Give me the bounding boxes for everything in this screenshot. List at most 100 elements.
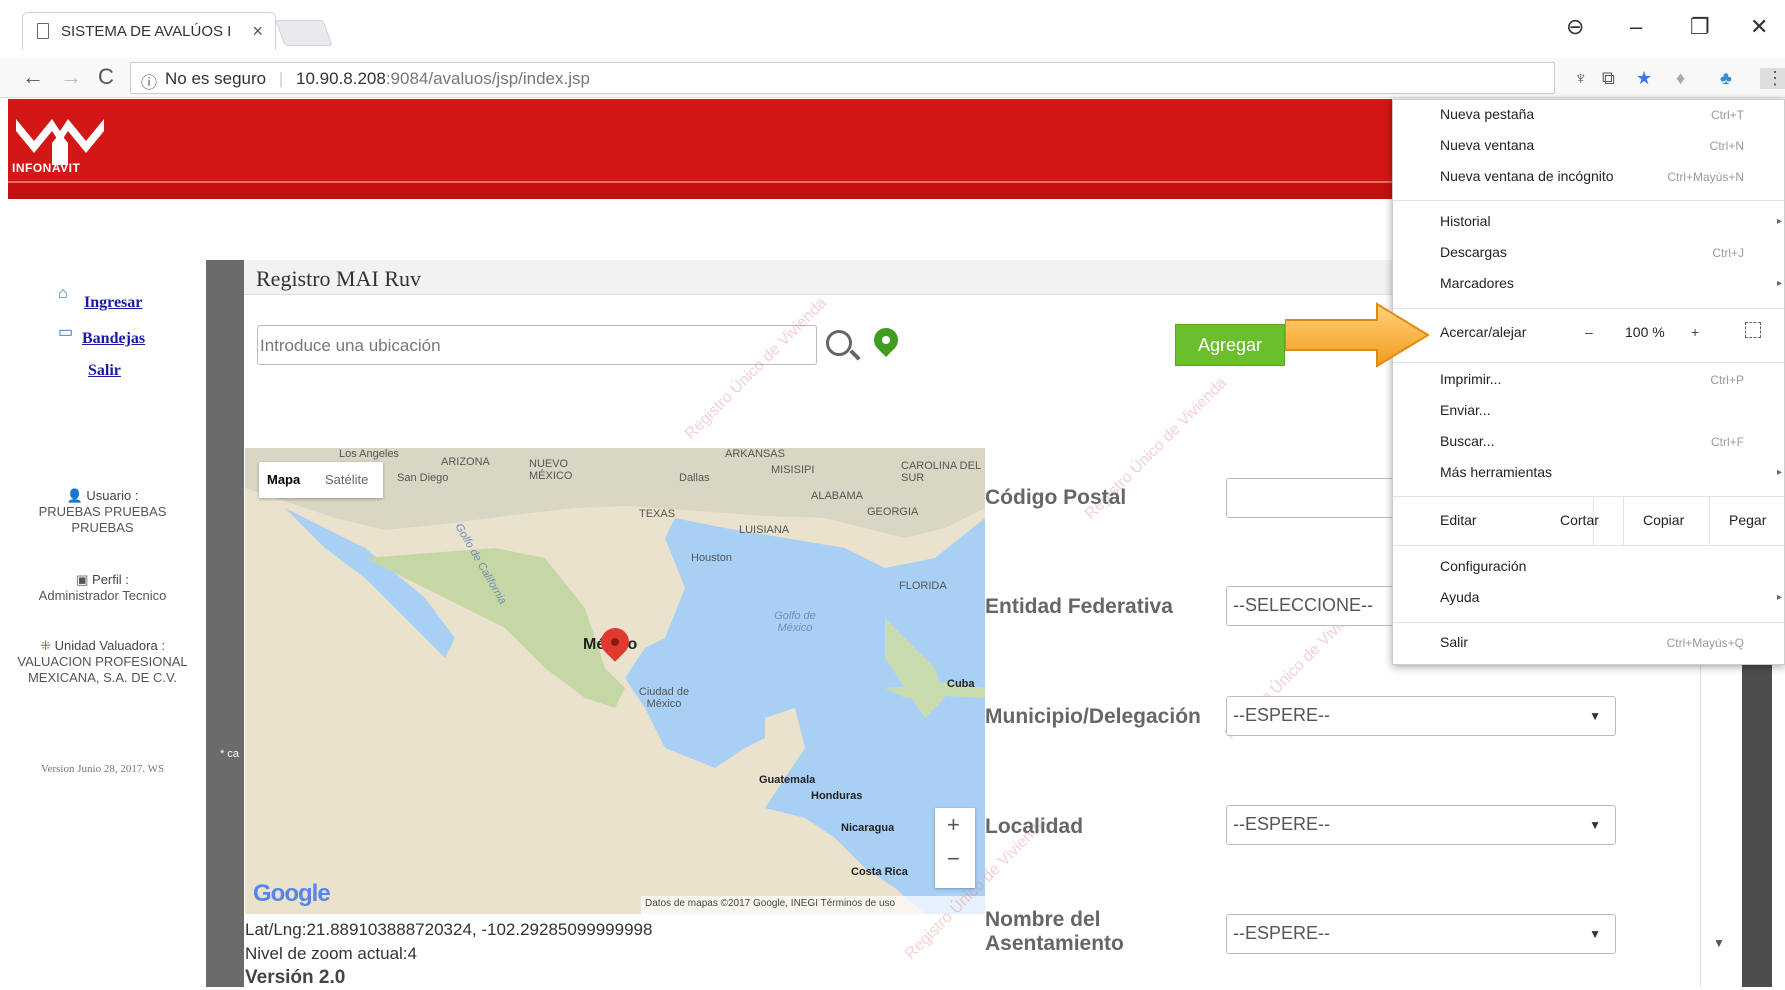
zoom-in-button[interactable]: + — [947, 812, 960, 838]
translate-icon[interactable]: ⧉ — [1602, 68, 1615, 89]
map-label: TEXAS — [639, 508, 676, 520]
puzzle-icon[interactable]: ♣ — [1720, 68, 1732, 89]
menu-item-enviar[interactable]: Enviar... — [1440, 402, 1491, 418]
map-label: Golfo de México — [774, 610, 816, 634]
page-title: Registro MAI Ruv — [256, 266, 421, 291]
left-nav: ⌂ Ingresar ▭ Bandejas Salir 👤 Usuario : … — [0, 200, 205, 987]
menu-divider — [1393, 200, 1784, 201]
panel-title-bar: Registro MAI Ruv — [244, 260, 1400, 295]
page-dark-edge — [1742, 660, 1772, 987]
map-type-satellite[interactable]: Satélite — [325, 472, 368, 487]
profile-icon: ▣ — [76, 572, 89, 587]
menu-item-salir[interactable]: Salir — [1440, 634, 1468, 650]
map-label: CAROLINA DEL SUR — [901, 460, 981, 484]
side-gray-bar: * ca — [206, 260, 244, 987]
back-button[interactable]: ← — [22, 64, 44, 90]
map-label: Ciudad de México — [638, 686, 690, 710]
asentamiento-select[interactable]: --ESPERE-- ▼ — [1226, 914, 1616, 954]
add-button[interactable]: Agregar — [1175, 324, 1285, 366]
map-label: ALABAMA — [811, 490, 863, 502]
submenu-arrow-icon: ▸ — [1776, 592, 1782, 603]
menu-item-configuracion[interactable]: Configuración — [1440, 558, 1526, 574]
menu-item-imprimir[interactable]: Imprimir... — [1440, 371, 1501, 387]
entidad-label: Entidad Federativa — [985, 595, 1173, 618]
search-icon[interactable] — [826, 330, 852, 356]
menu-cut-button[interactable]: Cortar — [1560, 512, 1599, 528]
menu-item-buscar[interactable]: Buscar... — [1440, 433, 1494, 449]
asentamiento-label: Nombre del Asentamiento — [985, 908, 1124, 956]
tab-close-icon[interactable]: × — [252, 21, 263, 42]
location-search-input[interactable]: Introduce una ubicación — [257, 325, 817, 365]
location-pin-icon[interactable] — [869, 323, 903, 357]
menu-item-incognito[interactable]: Nueva ventana de incógnito — [1440, 168, 1614, 184]
page-icon — [37, 23, 49, 39]
menu-shortcut: Ctrl+Mayús+N — [1667, 170, 1744, 184]
usuario-label: Usuario : — [86, 488, 139, 503]
nav-bandejas-link[interactable]: Bandejas — [82, 330, 145, 348]
chevron-down-icon: ▼ — [1589, 927, 1601, 941]
bookmark-star-icon[interactable]: ★ — [1636, 68, 1652, 89]
asterisk-note: * ca — [220, 748, 239, 760]
zoom-value: 100 % — [1625, 324, 1665, 340]
menu-item-descargas[interactable]: Descargas — [1440, 244, 1507, 260]
zoom-level-text: Nivel de zoom actual:4 — [245, 944, 417, 963]
scroll-down-icon[interactable]: ▼ — [1713, 936, 1725, 950]
fullscreen-icon[interactable] — [1745, 322, 1761, 338]
zoom-plus-button[interactable]: + — [1691, 324, 1699, 340]
nav-ingresar-link[interactable]: Ingresar — [84, 294, 142, 312]
menu-item-new-window[interactable]: Nueva ventana — [1440, 137, 1534, 153]
unit-info: ⁜ Unidad Valuadora : VALUACION PROFESION… — [0, 638, 205, 686]
url-field[interactable]: ⓘ No es seguro | 10.90.8.208:9084/avaluo… — [130, 62, 1555, 94]
menu-kebab-icon[interactable]: ⋮ — [1760, 68, 1785, 89]
menu-shortcut: Ctrl+T — [1711, 108, 1744, 122]
map-credits[interactable]: Datos de mapas ©2017 Google, INEGI Térmi… — [641, 896, 985, 914]
app-header: INFONAVIT — [8, 99, 1392, 199]
minimize-button[interactable]: – — [1630, 14, 1642, 40]
pin-icon[interactable]: ♦ — [1676, 68, 1685, 89]
google-map[interactable]: Mapa Satélite Los Angeles San Diego ARIZ… — [245, 448, 985, 914]
extension-icon[interactable]: ♆ — [1574, 68, 1588, 89]
map-zoom-control: + − — [935, 808, 975, 888]
submenu-arrow-icon: ▸ — [1776, 216, 1782, 227]
menu-item-mas-herramientas[interactable]: Más herramientas — [1440, 464, 1552, 480]
chrome-menu: Nueva pestaña Ctrl+T Nueva ventana Ctrl+… — [1392, 99, 1785, 665]
account-icon[interactable]: ⊖ — [1566, 14, 1584, 40]
localidad-select[interactable]: --ESPERE-- ▼ — [1226, 805, 1616, 845]
forward-button[interactable]: → — [60, 64, 82, 90]
zoom-out-button[interactable]: − — [947, 846, 960, 872]
submenu-arrow-icon: ▸ — [1776, 278, 1782, 289]
restore-button[interactable]: ❐ — [1690, 14, 1710, 40]
url-separator: | — [278, 69, 284, 88]
menu-copy-button[interactable]: Copiar — [1643, 512, 1684, 528]
chevron-down-icon: ▼ — [1589, 818, 1601, 832]
chevron-down-icon: ▼ — [1589, 709, 1601, 723]
menu-item-marcadores[interactable]: Marcadores — [1440, 275, 1514, 291]
nav-salir-link[interactable]: Salir — [88, 362, 121, 380]
menu-shortcut: Ctrl+N — [1709, 139, 1744, 153]
unidad-value: VALUACION PROFESIONAL MEXICANA, S.A. DE … — [17, 654, 188, 685]
localidad-value: --ESPERE-- — [1233, 814, 1331, 834]
menu-paste-button[interactable]: Pegar — [1729, 512, 1766, 528]
menu-item-historial[interactable]: Historial — [1440, 213, 1491, 229]
google-logo: Google — [253, 880, 331, 907]
menu-shortcut: Ctrl+P — [1710, 373, 1744, 387]
map-label: Dallas — [679, 472, 710, 484]
tray-icon: ▭ — [58, 324, 74, 341]
info-icon[interactable]: ⓘ — [141, 69, 157, 93]
map-coordinates: Lat/Lng:21.889103888720324, -102.2928509… — [245, 918, 652, 990]
map-type-map[interactable]: Mapa — [267, 472, 300, 487]
home-icon: ⌂ — [58, 285, 68, 302]
reload-button[interactable]: C — [98, 64, 114, 90]
municipio-select[interactable]: --ESPERE-- ▼ — [1226, 696, 1616, 736]
browser-tab[interactable]: SISTEMA DE AVALÚOS I × — [22, 12, 276, 50]
menu-divider — [1393, 362, 1784, 363]
zoom-minus-button[interactable]: – — [1585, 324, 1593, 340]
new-tab-button[interactable] — [275, 20, 333, 46]
menu-item-ayuda[interactable]: Ayuda — [1440, 589, 1479, 605]
close-window-button[interactable]: ✕ — [1750, 14, 1768, 40]
menu-item-new-tab[interactable]: Nueva pestaña — [1440, 106, 1534, 122]
usuario-value: PRUEBAS PRUEBAS PRUEBAS — [38, 504, 167, 535]
menu-divider — [1393, 545, 1784, 546]
asentamiento-value: --ESPERE-- — [1233, 923, 1331, 943]
map-label: GEORGIA — [867, 506, 919, 518]
